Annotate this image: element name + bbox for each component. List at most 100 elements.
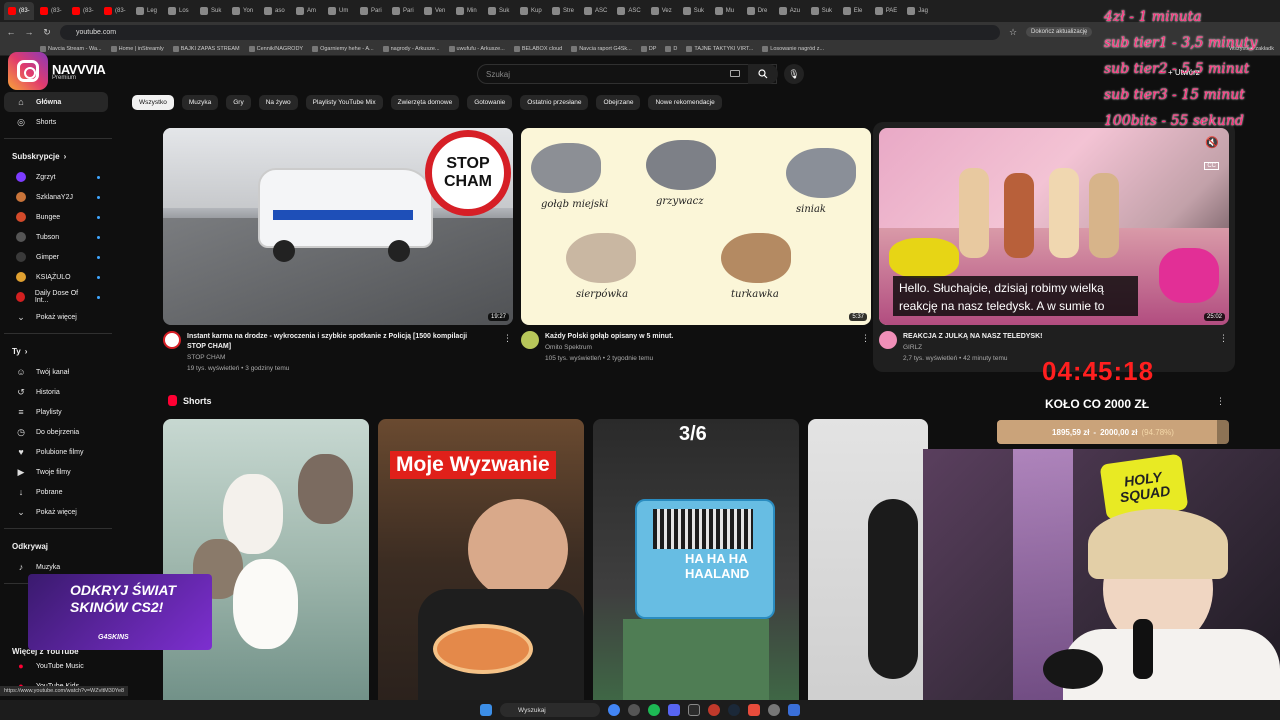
subscriptions-heading[interactable]: Subskrypcje › — [0, 145, 120, 167]
xbox-icon[interactable] — [688, 704, 700, 716]
windows-start-icon[interactable] — [480, 704, 492, 716]
filter-chip[interactable]: Obejrzane — [596, 95, 641, 110]
browser-tab[interactable]: aso — [260, 2, 290, 20]
shorts-more-icon[interactable]: ⋮ — [1216, 396, 1225, 407]
browser-tab[interactable]: Um — [324, 2, 354, 20]
short-card[interactable] — [808, 419, 928, 709]
sidebar-item[interactable]: ● YouTube Music — [4, 656, 108, 676]
filter-chip[interactable]: Na żywo — [258, 95, 298, 110]
video-thumbnail[interactable]: Hello. Słuchajcie, dzisiaj robimy wielką… — [879, 128, 1229, 325]
show-more-button[interactable]: ⌄ Pokaż więcej — [4, 307, 108, 327]
sidebar-item[interactable]: ♥ Polubione filmy — [4, 442, 108, 462]
sidebar-item[interactable]: Gimper — [4, 247, 108, 267]
filter-chip[interactable]: Ostatnio przesłane — [520, 95, 589, 110]
settings-icon[interactable] — [768, 704, 780, 716]
sidebar-item[interactable]: Bungee — [4, 207, 108, 227]
browser-tab[interactable]: Pari — [356, 2, 386, 20]
bookmark-item[interactable]: BAJKI ZAPAS STREAM — [172, 45, 240, 52]
short-card[interactable]: 3/6 HA HA HA HAALAND — [593, 419, 799, 709]
browser-tab[interactable]: Yon — [228, 2, 258, 20]
video-channel[interactable]: GIRLZ — [903, 344, 922, 351]
obs-icon[interactable] — [628, 704, 640, 716]
browser-tab[interactable]: (83- — [68, 2, 98, 20]
mic-button[interactable]: 🎙 — [784, 64, 804, 84]
more-options-icon[interactable]: ⋮ — [861, 333, 870, 344]
browser-tab[interactable]: Mu — [711, 2, 741, 20]
shield-icon[interactable] — [788, 704, 800, 716]
spotify-icon[interactable] — [648, 704, 660, 716]
browser-tab[interactable]: Jag — [903, 2, 933, 20]
browser-tab[interactable]: Stre — [548, 2, 578, 20]
channel-avatar[interactable] — [521, 331, 539, 349]
discord-icon[interactable] — [668, 704, 680, 716]
video-title-line2[interactable]: STOP CHAM] — [187, 342, 231, 351]
reload-icon[interactable]: ↻ — [42, 27, 52, 38]
sidebar-item[interactable]: KSIĄŻULO — [4, 267, 108, 287]
filter-chip[interactable]: Nowe rekomendacje — [648, 95, 722, 110]
browser-tab[interactable]: Dre — [743, 2, 773, 20]
sidebar-item[interactable]: ◷ Do obejrzenia — [4, 422, 108, 442]
browser-tab[interactable]: Azu — [775, 2, 805, 20]
browser-tab[interactable]: (83- — [36, 2, 66, 20]
sidebar-item[interactable]: Daily Dose Of Int... — [4, 287, 108, 307]
back-icon[interactable]: ← — [6, 27, 16, 37]
bookmark-item[interactable]: Cennik/NAGRODY — [248, 45, 303, 52]
filter-chip[interactable]: Muzyka — [181, 95, 219, 110]
update-button[interactable]: Dokończ aktualizację — [1026, 27, 1093, 37]
sidebar-item[interactable]: SzklanaY2J — [4, 187, 108, 207]
browser-tab[interactable]: Suk — [196, 2, 226, 20]
bookmark-item[interactable]: nagrody - Arkusze... — [382, 45, 440, 52]
bookmark-item[interactable]: Ogarniemy hehe - A... — [312, 45, 374, 52]
browser-tab[interactable]: ASC — [580, 2, 611, 20]
video-channel[interactable]: Omito Spektrum — [545, 344, 592, 351]
browser-tab[interactable]: Los — [164, 2, 194, 20]
video-thumbnail[interactable]: STOP CHAM 19:27 — [163, 128, 513, 325]
bookmark-item[interactable]: BELABOX cloud — [513, 45, 562, 52]
bookmark-item[interactable]: Losowanie nagród z... — [762, 45, 824, 52]
video-thumbnail[interactable]: 5:37 gołąb miejski grzywacz siniak sierpówk… — [521, 128, 871, 325]
star-icon[interactable]: ☆ — [1008, 27, 1018, 38]
mute-icon[interactable]: 🔇 — [1205, 136, 1219, 149]
app-icon[interactable] — [708, 704, 720, 716]
bookmark-item[interactable]: DP — [640, 45, 656, 52]
sidebar-item[interactable]: ◎ Shorts — [4, 112, 108, 132]
browser-tab[interactable]: PAE — [871, 2, 902, 20]
filter-chip[interactable]: Zwierzęta domowe — [390, 95, 460, 110]
browser-tab[interactable]: Am — [292, 2, 322, 20]
browser-tab[interactable]: Min — [452, 2, 482, 20]
sidebar-item[interactable]: ☺ Twój kanał — [4, 362, 108, 382]
captions-icon[interactable]: CC — [1204, 162, 1219, 170]
browser-tab[interactable]: (83- — [100, 2, 130, 20]
browser-tab[interactable]: Pari — [388, 2, 418, 20]
filter-chip[interactable]: Gry — [226, 95, 251, 110]
browser-tab[interactable]: ASC — [613, 2, 644, 20]
forward-icon[interactable]: → — [24, 27, 34, 37]
bookmark-item[interactable]: D — [665, 45, 677, 52]
browser-tab[interactable]: Suk — [484, 2, 514, 20]
filter-chip[interactable]: Playlisty YouTube Mix — [305, 95, 383, 110]
browser-tab[interactable]: Ven — [420, 2, 450, 20]
sidebar-item[interactable]: ▶ Twoje filmy — [4, 462, 108, 482]
video-card-hovered[interactable]: Hello. Słuchajcie, dzisiaj robimy wielką… — [873, 122, 1235, 372]
video-title[interactable]: Każdy Polski gołąb opisany w 5 minut. — [545, 332, 673, 341]
more-options-icon[interactable]: ⋮ — [503, 333, 512, 344]
browser-tab[interactable]: Suk — [679, 2, 709, 20]
browser-tab[interactable]: (83- — [4, 2, 34, 20]
filter-chip[interactable]: Wszystko — [132, 95, 174, 110]
url-bar[interactable]: youtube.com — [60, 24, 1000, 40]
video-channel[interactable]: STOP CHAM — [187, 354, 225, 361]
steam-icon[interactable] — [728, 704, 740, 716]
bookmark-item[interactable]: Home | inStreamly — [110, 45, 164, 52]
channel-avatar[interactable] — [879, 331, 897, 349]
browser-tab[interactable]: Ele — [839, 2, 869, 20]
filter-chip[interactable]: Gotowanie — [467, 95, 513, 110]
show-more-button[interactable]: ⌄ Pokaż więcej — [4, 502, 108, 522]
more-options-icon[interactable]: ⋮ — [1219, 333, 1228, 344]
sidebar-item[interactable]: Tubson — [4, 227, 108, 247]
sidebar-item[interactable]: Zgrzyt — [4, 167, 108, 187]
bookmark-item[interactable]: Navcia Stream - Wa... — [40, 45, 102, 52]
video-title[interactable]: REAKCJA Z JULKĄ NA NASZ TELEDYSK! — [903, 332, 1043, 341]
channel-avatar[interactable] — [163, 331, 181, 349]
app-icon[interactable] — [748, 704, 760, 716]
video-card[interactable]: STOP CHAM 19:27 Instant karma na drodze … — [163, 128, 513, 378]
